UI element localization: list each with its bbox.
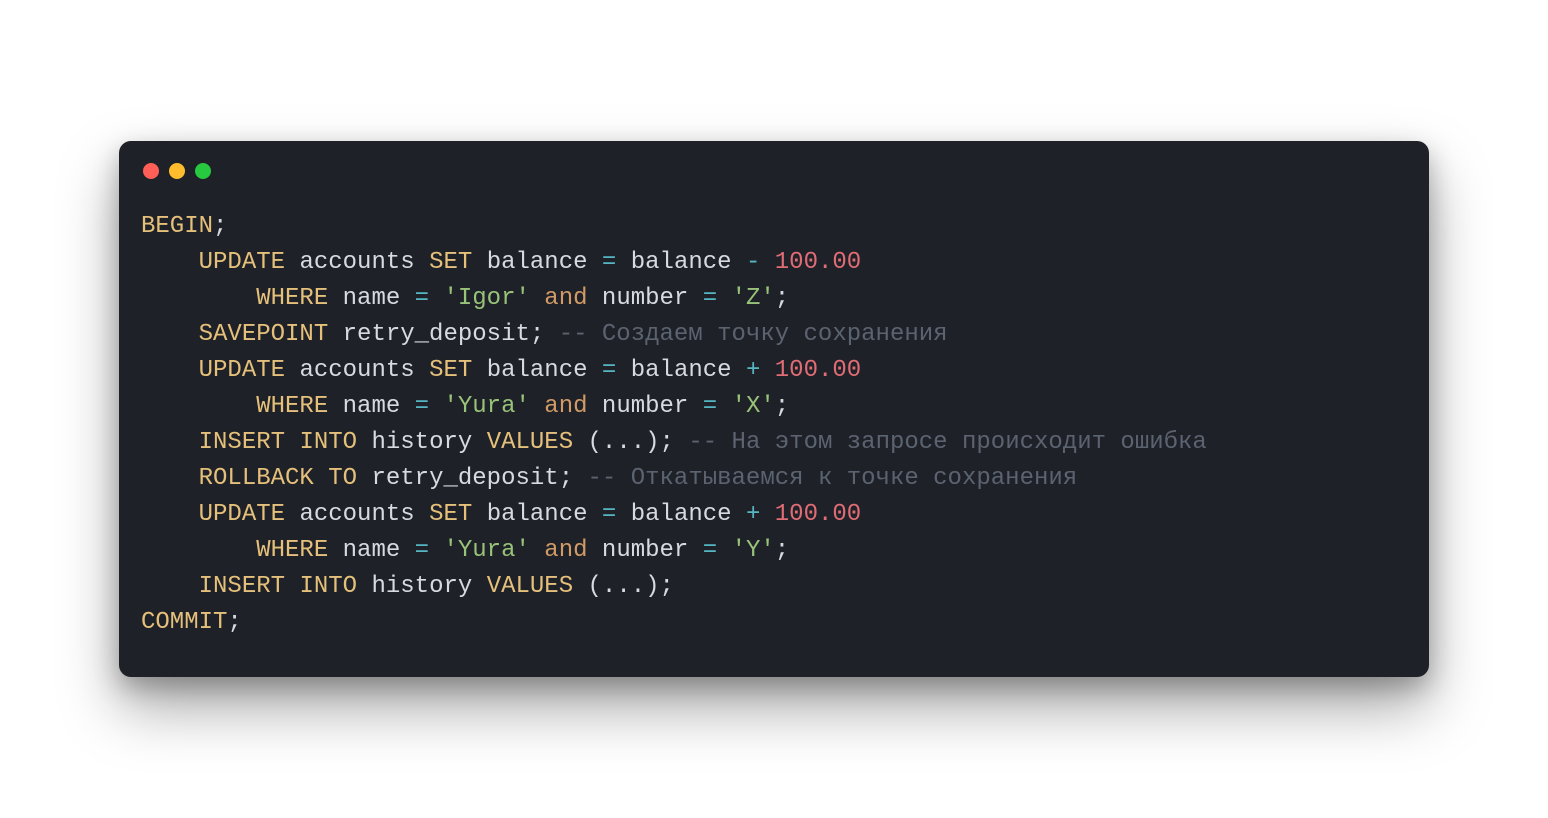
col-balance: balance: [631, 501, 732, 528]
col-name: name: [343, 537, 401, 564]
tbl-accounts: accounts: [299, 357, 414, 384]
id-retry-deposit: retry_deposit: [343, 321, 530, 348]
kw-into: INTO: [299, 429, 357, 456]
col-balance: balance: [631, 249, 732, 276]
num-amount: 100.00: [775, 249, 861, 276]
kw-set: SET: [429, 357, 472, 384]
kw-into: INTO: [299, 573, 357, 600]
col-balance: balance: [631, 357, 732, 384]
kw-update: UPDATE: [199, 357, 285, 384]
op-plus: +: [746, 357, 760, 384]
col-balance: balance: [487, 249, 588, 276]
semi: ;: [660, 573, 674, 600]
semi: ;: [660, 429, 674, 456]
tbl-history: history: [371, 429, 472, 456]
col-balance: balance: [487, 357, 588, 384]
kw-update: UPDATE: [199, 249, 285, 276]
window-titlebar: [119, 141, 1429, 179]
kw-insert: INSERT: [199, 429, 285, 456]
op-eq: =: [415, 285, 429, 312]
tbl-accounts: accounts: [299, 249, 414, 276]
semi: ;: [227, 609, 241, 636]
kw-set: SET: [429, 249, 472, 276]
semi: ;: [530, 321, 544, 348]
kw-and: and: [544, 393, 587, 420]
semi: ;: [213, 213, 227, 240]
col-number: number: [602, 537, 688, 564]
kw-update: UPDATE: [199, 501, 285, 528]
kw-where: WHERE: [256, 285, 328, 312]
op-eq: =: [703, 393, 717, 420]
semi: ;: [775, 285, 789, 312]
paren-dots: (...): [588, 573, 660, 600]
col-balance: balance: [487, 501, 588, 528]
kw-where: WHERE: [256, 393, 328, 420]
str-igor: 'Igor': [443, 285, 529, 312]
code-window: BEGIN; UPDATE accounts SET balance = bal…: [119, 141, 1429, 677]
col-name: name: [343, 285, 401, 312]
col-number: number: [602, 393, 688, 420]
comment-1: -- Создаем точку сохранения: [559, 321, 948, 348]
tbl-accounts: accounts: [299, 501, 414, 528]
str-yura: 'Yura': [443, 393, 529, 420]
paren-dots: (...): [588, 429, 660, 456]
kw-rollback: ROLLBACK: [199, 465, 314, 492]
id-retry-deposit: retry_deposit: [371, 465, 558, 492]
kw-savepoint: SAVEPOINT: [199, 321, 329, 348]
op-minus: -: [746, 249, 760, 276]
str-z: 'Z': [732, 285, 775, 312]
kw-insert: INSERT: [199, 573, 285, 600]
num-amount: 100.00: [775, 501, 861, 528]
op-eq: =: [602, 249, 616, 276]
str-yura: 'Yura': [443, 537, 529, 564]
op-plus: +: [746, 501, 760, 528]
tbl-history: history: [371, 573, 472, 600]
comment-2: -- На этом запросе происходит ошибка: [688, 429, 1206, 456]
kw-and: and: [544, 285, 587, 312]
kw-where: WHERE: [256, 537, 328, 564]
str-y: 'Y': [732, 537, 775, 564]
op-eq: =: [415, 393, 429, 420]
semi: ;: [559, 465, 573, 492]
op-eq: =: [703, 285, 717, 312]
comment-3: -- Откатываемся к точке сохранения: [588, 465, 1078, 492]
kw-commit: COMMIT: [141, 609, 227, 636]
op-eq: =: [602, 501, 616, 528]
kw-begin: BEGIN: [141, 213, 213, 240]
minimize-icon[interactable]: [169, 163, 185, 179]
str-x: 'X': [732, 393, 775, 420]
kw-set: SET: [429, 501, 472, 528]
op-eq: =: [703, 537, 717, 564]
kw-values: VALUES: [487, 573, 573, 600]
col-name: name: [343, 393, 401, 420]
code-block: BEGIN; UPDATE accounts SET balance = bal…: [119, 179, 1429, 677]
semi: ;: [775, 537, 789, 564]
col-number: number: [602, 285, 688, 312]
close-icon[interactable]: [143, 163, 159, 179]
semi: ;: [775, 393, 789, 420]
kw-values: VALUES: [487, 429, 573, 456]
op-eq: =: [602, 357, 616, 384]
op-eq: =: [415, 537, 429, 564]
kw-and: and: [544, 537, 587, 564]
kw-to: TO: [328, 465, 357, 492]
maximize-icon[interactable]: [195, 163, 211, 179]
num-amount: 100.00: [775, 357, 861, 384]
